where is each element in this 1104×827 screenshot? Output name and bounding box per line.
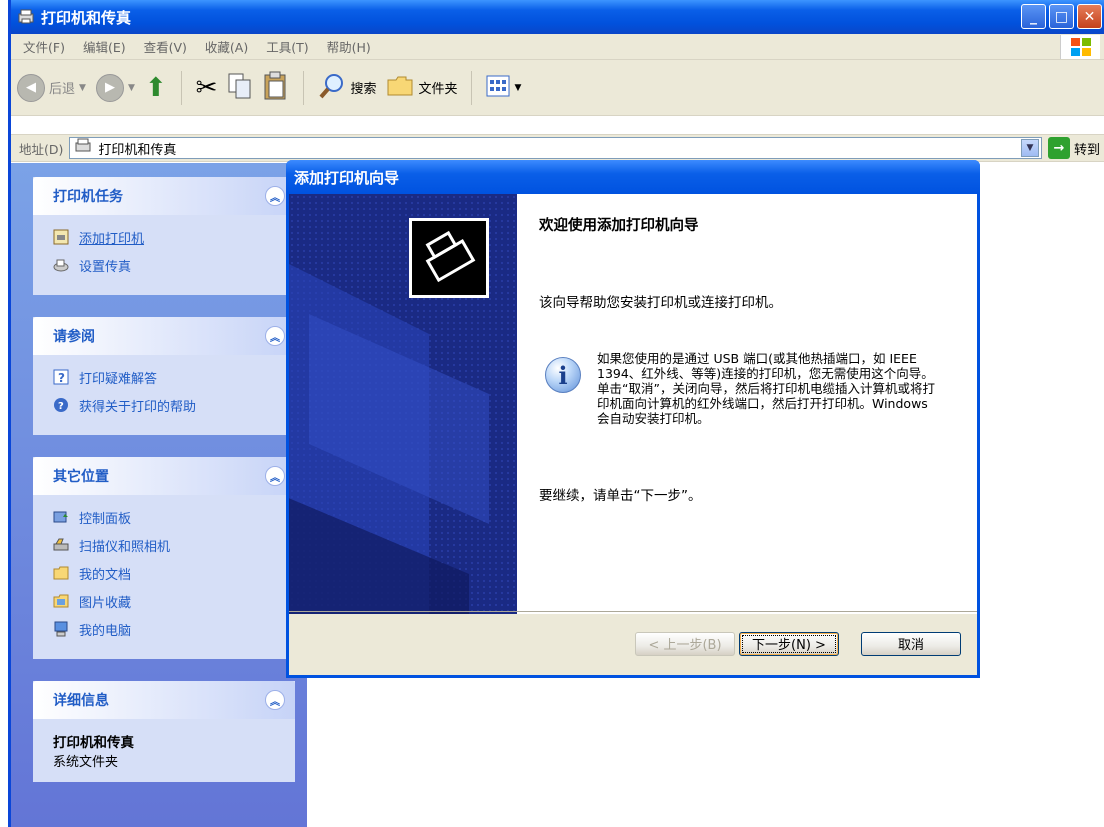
control-panel-icon (53, 509, 69, 525)
my-documents-link[interactable]: 我的文档 (53, 563, 281, 583)
back-arrow-icon: ◀ (17, 73, 45, 102)
menu-help[interactable]: 帮助(H) (327, 37, 371, 56)
windows-logo-icon (1060, 35, 1100, 59)
dropdown-arrow-icon: ▼ (127, 82, 135, 93)
toolbar-separator (471, 70, 473, 105)
go-arrow-icon: → (1047, 137, 1070, 159)
address-input[interactable]: 打印机和传真 ▼ (69, 137, 1042, 159)
task-pane: 打印机任务 ︽ 添加打印机 设置传真 请参阅 ︽ ? 打印疑难解答 ? 获得关于… (11, 163, 307, 827)
see-also-header[interactable]: 请参阅 ︽ (33, 317, 295, 355)
up-arrow-icon: ⬆ (144, 72, 167, 103)
toolbar: ◀ 后退 ▼ ▶ ▼ ⬆ ✂ 搜索 文件夹 ▼ (11, 60, 1104, 116)
collapse-chevron-icon[interactable]: ︽ (265, 466, 285, 486)
menu-edit[interactable]: 编辑(E) (83, 37, 126, 56)
details-panel: 详细信息 ︽ 打印机和传真 系统文件夹 (33, 681, 295, 782)
search-button[interactable]: 搜索 (318, 72, 376, 104)
folder-icon (386, 74, 414, 102)
wizard-continue-text: 要继续，请单击“下一步”。 (539, 488, 702, 504)
my-pictures-icon (53, 593, 69, 609)
wizard-banner (289, 194, 517, 614)
copy-button[interactable] (227, 72, 253, 104)
printing-troubleshooter-link[interactable]: ? 打印疑难解答 (53, 367, 281, 387)
menu-view[interactable]: 查看(V) (144, 37, 187, 56)
dialog-button-bar: < 上一步(B) 下一步(N) > 取消 (289, 611, 977, 675)
minimize-button[interactable]: _ (1021, 4, 1046, 29)
back-step-button[interactable]: < 上一步(B) (635, 631, 735, 656)
see-also-panel: 请参阅 ︽ ? 打印疑难解答 ? 获得关于打印的帮助 (33, 317, 295, 435)
toolbar-separator (303, 70, 305, 105)
dropdown-arrow-icon: ▼ (79, 82, 86, 93)
svg-text:?: ? (58, 401, 64, 412)
printer-fax-icon (17, 9, 35, 25)
info-icon: i (545, 357, 581, 393)
close-button[interactable]: ✕ (1077, 4, 1102, 29)
copy-icon (227, 72, 253, 104)
forward-arrow-icon: ▶ (95, 73, 124, 102)
my-documents-icon (53, 565, 69, 581)
menu-bar: 文件(F) 编辑(E) 查看(V) 收藏(A) 工具(T) 帮助(H) (11, 34, 1104, 60)
maximize-button[interactable]: □ (1049, 4, 1074, 29)
address-label: 地址(D) (19, 141, 64, 157)
my-computer-icon (53, 621, 69, 637)
other-places-panel: 其它位置 ︽ 控制面板 扫描仪和照相机 我的文档 图片收藏 我的电脑 (33, 457, 295, 659)
printer-tasks-panel: 打印机任务 ︽ 添加打印机 设置传真 (33, 177, 295, 295)
dropdown-arrow-icon: ▼ (514, 82, 522, 93)
cut-button[interactable]: ✂ (196, 75, 218, 101)
printer-tasks-header[interactable]: 打印机任务 ︽ (33, 177, 295, 215)
wizard-info-text: 如果您使用的是通过 USB 端口(或其他热插端口，如 IEEE 1394、红外线… (597, 351, 935, 426)
wizard-content: 欢迎使用添加打印机向导 该向导帮助您安装打印机或连接打印机。 i 如果您使用的是… (517, 194, 977, 614)
details-type: 系统文件夹 (53, 755, 119, 770)
printing-help-link[interactable]: ? 获得关于打印的帮助 (53, 395, 281, 415)
cancel-button[interactable]: 取消 (861, 631, 961, 656)
folders-button[interactable]: 文件夹 (386, 74, 457, 102)
menu-file[interactable]: 文件(F) (23, 37, 65, 56)
search-icon (318, 72, 346, 104)
setup-fax-link[interactable]: 设置传真 (53, 255, 281, 275)
dialog-title-bar[interactable]: 添加打印机向导 (286, 160, 980, 194)
details-name: 打印机和传真 (53, 735, 134, 751)
add-printer-wizard-dialog: 添加打印机向导 欢迎使用添加打印机向导 该向导帮助您安装打印机或连接打印机。 i… (286, 160, 980, 678)
wizard-welcome-heading: 欢迎使用添加打印机向导 (539, 218, 699, 234)
wizard-intro-text: 该向导帮助您安装打印机或连接打印机。 (539, 295, 782, 311)
paste-icon (263, 71, 289, 105)
back-button[interactable]: ◀ 后退 ▼ (17, 73, 86, 102)
my-pictures-link[interactable]: 图片收藏 (53, 591, 281, 611)
title-bar[interactable]: 打印机和传真 _ □ ✕ (11, 0, 1104, 34)
collapse-chevron-icon[interactable]: ︽ (265, 690, 285, 710)
address-dropdown-icon[interactable]: ▼ (1020, 139, 1039, 157)
help-question-icon: ? (53, 369, 69, 385)
add-printer-icon (53, 229, 69, 245)
scanners-cameras-link[interactable]: 扫描仪和照相机 (53, 535, 281, 555)
printer-fax-icon (74, 138, 92, 158)
wizard-printer-graphic (289, 194, 517, 614)
go-button[interactable]: → 转到 (1047, 137, 1100, 159)
next-step-button[interactable]: 下一步(N) > (739, 631, 839, 656)
address-bar: 地址(D) 打印机和传真 ▼ → 转到 (11, 134, 1104, 162)
menu-tools[interactable]: 工具(T) (266, 37, 308, 56)
collapse-chevron-icon[interactable]: ︽ (265, 186, 285, 206)
address-value: 打印机和传真 (98, 142, 177, 158)
scanner-icon (53, 537, 69, 553)
other-places-header[interactable]: 其它位置 ︽ (33, 457, 295, 495)
details-header[interactable]: 详细信息 ︽ (33, 681, 295, 719)
control-panel-link[interactable]: 控制面板 (53, 507, 281, 527)
dialog-title: 添加打印机向导 (294, 168, 400, 187)
window-title: 打印机和传真 (41, 8, 132, 27)
forward-button[interactable]: ▶ ▼ (95, 73, 135, 102)
up-folder-button[interactable]: ⬆ (145, 75, 167, 101)
scissors-icon: ✂ (195, 72, 218, 103)
collapse-chevron-icon[interactable]: ︽ (265, 326, 285, 346)
views-button[interactable]: ▼ (486, 75, 521, 101)
help-circle-icon: ? (53, 397, 69, 413)
svg-text:?: ? (58, 371, 65, 385)
fax-icon (53, 257, 69, 273)
toolbar-separator (180, 70, 182, 105)
add-printer-link[interactable]: 添加打印机 (53, 227, 281, 247)
paste-button[interactable] (263, 71, 289, 105)
menu-favorites[interactable]: 收藏(A) (205, 37, 248, 56)
my-computer-link[interactable]: 我的电脑 (53, 619, 281, 639)
views-grid-icon (486, 75, 510, 101)
